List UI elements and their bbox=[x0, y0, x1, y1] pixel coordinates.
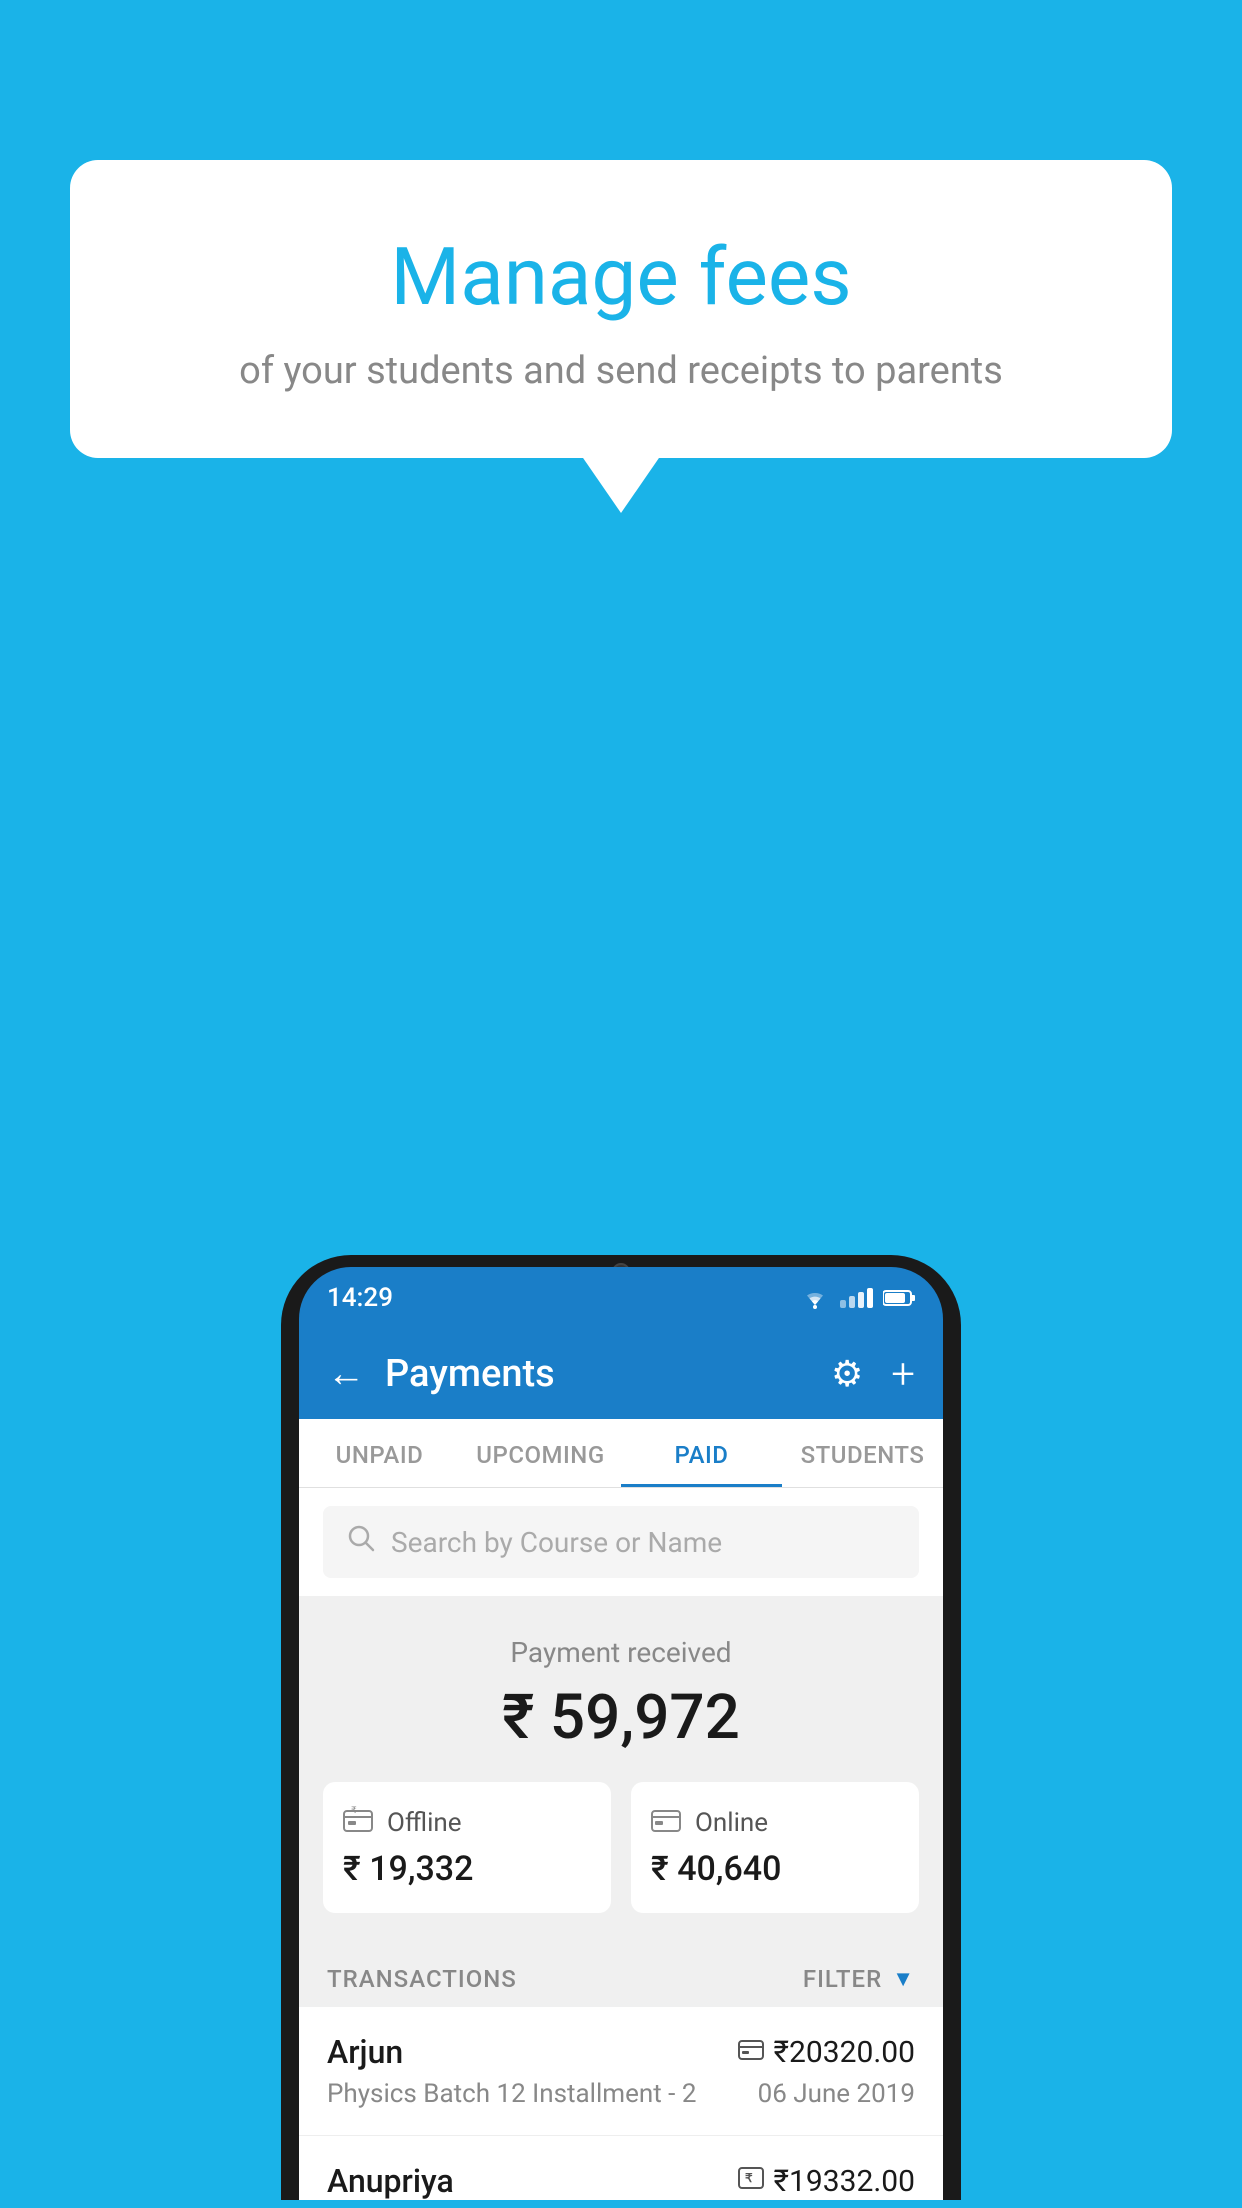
offline-amount: ₹ 19,332 bbox=[343, 1849, 591, 1889]
speech-bubble: Manage fees of your students and send re… bbox=[70, 160, 1172, 458]
svg-text:₹: ₹ bbox=[351, 1806, 357, 1815]
online-amount: ₹ 40,640 bbox=[651, 1849, 899, 1889]
back-button[interactable]: ← bbox=[327, 1352, 365, 1396]
status-bar: 14:29 bbox=[299, 1267, 943, 1329]
payment-label: Payment received bbox=[323, 1636, 919, 1669]
transaction-name: Arjun bbox=[327, 2033, 403, 2071]
tab-unpaid[interactable]: UNPAID bbox=[299, 1419, 460, 1487]
add-icon[interactable]: + bbox=[891, 1350, 915, 1399]
transaction-amount-2: ₹19332.00 bbox=[774, 2164, 915, 2199]
online-card: Online ₹ 40,640 bbox=[631, 1782, 919, 1913]
settings-icon[interactable]: ⚙ bbox=[831, 1353, 863, 1395]
tab-paid[interactable]: PAID bbox=[621, 1419, 782, 1487]
payment-summary: Payment received ₹ 59,972 bbox=[299, 1596, 943, 1943]
phone-mockup: 14:29 bbox=[281, 1255, 961, 2208]
bubble-subtitle: of your students and send receipts to pa… bbox=[150, 349, 1092, 393]
transaction-course: Physics Batch 12 Installment - 2 bbox=[327, 2079, 696, 2109]
online-type: Online bbox=[695, 1808, 768, 1838]
payment-amount: ₹ 59,972 bbox=[323, 1681, 919, 1754]
transaction-row[interactable]: Arjun ₹20320.00 Physics Batch 1 bbox=[299, 2007, 943, 2136]
filter-icon: ▼ bbox=[892, 1966, 915, 1992]
payment-cards: ₹ Offline ₹ 19,332 bbox=[323, 1782, 919, 1913]
offline-icon: ₹ bbox=[343, 1806, 373, 1839]
search-container: Search by Course or Name bbox=[299, 1488, 943, 1596]
online-card-header: Online bbox=[651, 1806, 899, 1839]
search-placeholder-text: Search by Course or Name bbox=[391, 1526, 722, 1559]
filter-button[interactable]: FILTER ▼ bbox=[803, 1965, 915, 1993]
app-header: ← Payments ⚙ + bbox=[299, 1329, 943, 1419]
app-content: Search by Course or Name Payment receive… bbox=[299, 1488, 943, 2200]
payment-method-icon bbox=[738, 2038, 764, 2066]
transactions-label: TRANSACTIONS bbox=[327, 1965, 517, 1993]
payment-method-icon-2: ₹ bbox=[738, 2167, 764, 2195]
transaction-amount-wrap: ₹20320.00 bbox=[738, 2035, 915, 2070]
header-title: Payments bbox=[385, 1352, 831, 1396]
status-time: 14:29 bbox=[327, 1283, 393, 1313]
transaction-top: Arjun ₹20320.00 bbox=[327, 2033, 915, 2071]
search-icon bbox=[347, 1524, 375, 1560]
transaction-amount-wrap-2: ₹ ₹19332.00 bbox=[738, 2164, 915, 2199]
bubble-title: Manage fees bbox=[150, 230, 1092, 324]
transactions-header: TRANSACTIONS FILTER ▼ bbox=[299, 1943, 943, 2007]
online-icon bbox=[651, 1806, 681, 1839]
transaction-bottom: Physics Batch 12 Installment - 2 06 June… bbox=[327, 2079, 915, 2109]
tab-students[interactable]: STUDENTS bbox=[782, 1419, 943, 1487]
offline-card: ₹ Offline ₹ 19,332 bbox=[323, 1782, 611, 1913]
search-bar[interactable]: Search by Course or Name bbox=[323, 1506, 919, 1578]
offline-type: Offline bbox=[387, 1808, 462, 1838]
header-actions: ⚙ + bbox=[831, 1350, 915, 1399]
status-icons bbox=[800, 1287, 915, 1309]
filter-label: FILTER bbox=[803, 1965, 882, 1993]
transaction-row-partial[interactable]: Anupriya ₹ ₹19332.00 bbox=[299, 2136, 943, 2200]
tabs-container: UNPAID UPCOMING PAID STUDENTS bbox=[299, 1419, 943, 1488]
wifi-icon bbox=[800, 1287, 830, 1309]
speech-bubble-container: Manage fees of your students and send re… bbox=[70, 160, 1172, 458]
signal-icon bbox=[840, 1288, 873, 1308]
transaction-amount: ₹20320.00 bbox=[774, 2035, 915, 2070]
battery-icon bbox=[883, 1289, 915, 1307]
offline-card-header: ₹ Offline bbox=[343, 1806, 591, 1839]
phone-outer: 14:29 bbox=[281, 1255, 961, 2200]
transaction-date: 06 June 2019 bbox=[758, 2079, 915, 2109]
transaction-name-2: Anupriya bbox=[327, 2162, 454, 2200]
tab-upcoming[interactable]: UPCOMING bbox=[460, 1419, 621, 1487]
svg-text:₹: ₹ bbox=[745, 2171, 753, 2185]
transaction-top-2: Anupriya ₹ ₹19332.00 bbox=[327, 2162, 915, 2200]
